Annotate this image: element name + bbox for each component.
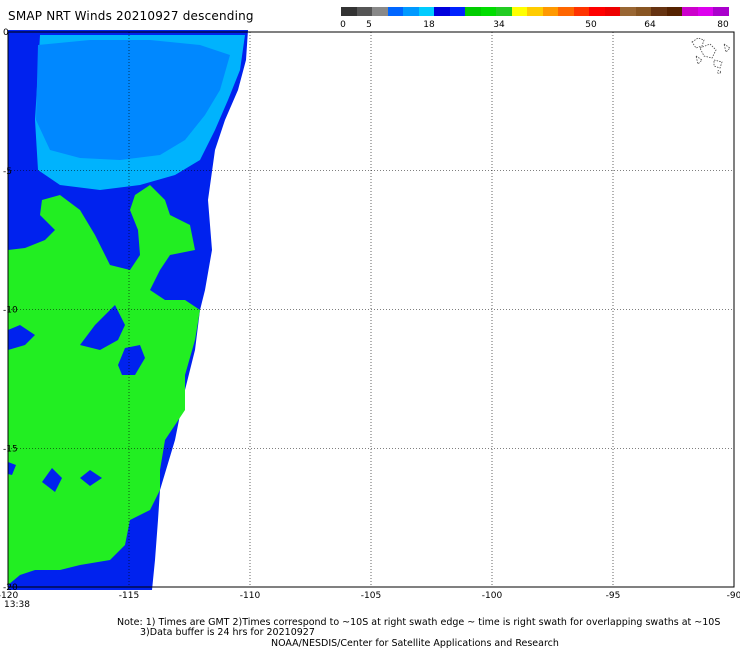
time-label: 13:38 [4,600,30,610]
wind-map: -120-115-110-105-100-95-900-5-10-15-20 [0,28,740,601]
note-line-2: 3)Data buffer is 24 hrs for 20210927 [140,627,315,638]
x-tick-label: -90 [727,591,740,601]
x-tick-label: -115 [119,591,139,601]
y-tick-label: -15 [3,444,18,454]
land-outline [691,37,731,74]
y-tick-label: -10 [3,306,18,316]
wind-swath [8,30,248,590]
x-tick-label: -100 [482,591,503,601]
credit-line: NOAA/NESDIS/Center for Satellite Applica… [271,638,559,649]
y-tick-label: -5 [3,167,12,177]
x-tick-label: -95 [606,591,621,601]
x-tick-label: -105 [361,591,381,601]
y-tick-label: -20 [3,583,18,593]
y-tick-label: 0 [3,28,9,38]
x-tick-label: -110 [240,591,261,601]
